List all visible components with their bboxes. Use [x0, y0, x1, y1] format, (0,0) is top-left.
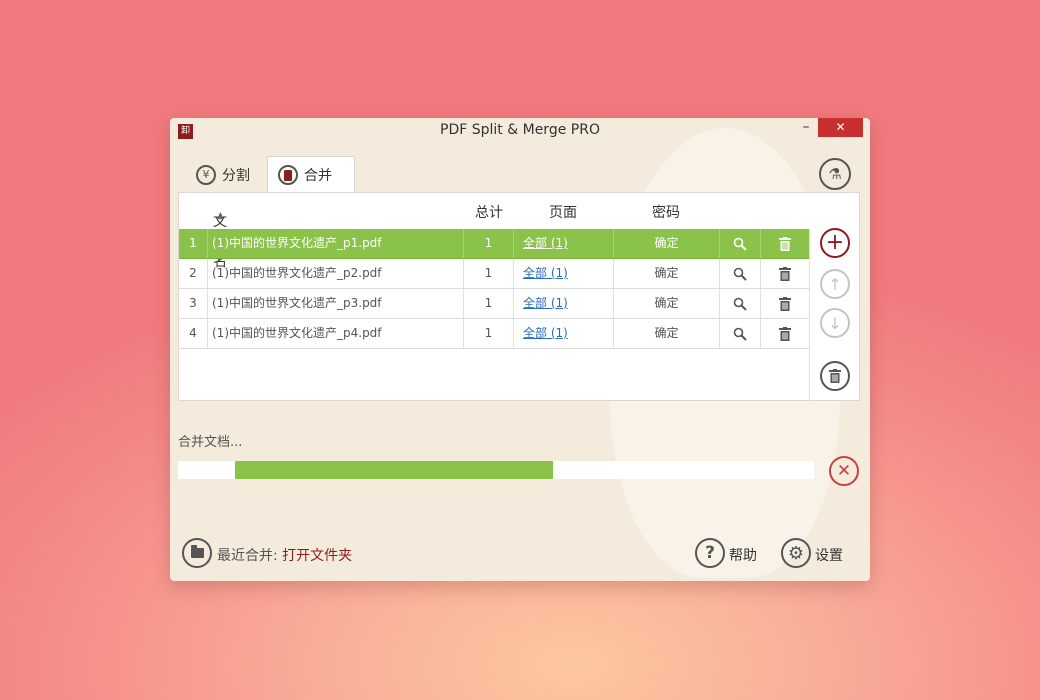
open-folder-link[interactable]: 打开文件夹 — [282, 548, 352, 564]
add-file-button[interactable]: + — [820, 228, 850, 258]
row-number: 3 — [189, 296, 197, 310]
progress-fill — [235, 461, 553, 479]
tab-split-label: 分割 — [222, 167, 250, 184]
file-name: (1)中国的世界文化遗产_p1.pdf — [207, 229, 463, 258]
page-range-link[interactable]: 全部 (1) — [523, 326, 568, 340]
row-number: 1 — [189, 236, 197, 250]
window-title: PDF Split & Merge PRO — [440, 122, 600, 138]
page-range-cell: 全部 (1) — [513, 229, 613, 258]
preview-button[interactable] — [719, 289, 760, 318]
page-total: 1 — [463, 229, 513, 258]
password-status[interactable]: 确定 — [613, 319, 719, 348]
trash-icon — [779, 326, 791, 341]
preview-button[interactable] — [719, 319, 760, 348]
cancel-button[interactable]: ✕ — [829, 456, 859, 486]
preview-button[interactable] — [719, 259, 760, 288]
preview-button[interactable] — [719, 229, 760, 258]
settings-icon[interactable]: ⚙ — [781, 538, 811, 568]
column-header-total[interactable]: 总计 — [475, 202, 503, 222]
magnifier-icon — [733, 297, 747, 311]
page-range-link[interactable]: 全部 (1) — [523, 296, 568, 310]
page-range-cell: 全部 (1) — [513, 319, 613, 348]
divider — [809, 229, 810, 401]
table-row[interactable]: 3 (1)中国的世界文化遗产_p3.pdf 1 全部 (1) 确定 — [179, 289, 809, 319]
trash-icon — [779, 266, 791, 281]
page-range-link[interactable]: 全部 (1) — [523, 266, 568, 280]
delete-row-button[interactable] — [760, 259, 809, 288]
recent-merge: 最近合并: 打开文件夹 — [217, 545, 352, 565]
move-up-button[interactable]: ↑ — [820, 269, 850, 299]
app-window: 卸 PDF Split & Merge PRO – ✕ ¥ 分割 合并 ⚗ 文件… — [170, 118, 870, 581]
scissors-icon[interactable]: ⚗ — [819, 158, 851, 190]
magnifier-icon — [733, 237, 747, 251]
split-icon: ¥ — [196, 164, 216, 185]
trash-icon — [779, 296, 791, 311]
tab-split[interactable]: ¥ 分割 — [186, 156, 278, 193]
trash-icon — [779, 236, 791, 251]
table-row[interactable]: 2 (1)中国的世界文化遗产_p2.pdf 1 全部 (1) 确定 — [179, 259, 809, 289]
column-header-password[interactable]: 密码 — [652, 202, 680, 222]
recent-label: 最近合并: — [217, 548, 283, 564]
merge-icon — [278, 165, 298, 185]
delete-row-button[interactable] — [760, 229, 809, 258]
progress-bar — [178, 461, 814, 479]
file-name: (1)中国的世界文化遗产_p3.pdf — [207, 289, 463, 318]
page-total: 1 — [463, 319, 513, 348]
clear-list-button[interactable] — [820, 361, 850, 391]
password-status[interactable]: 确定 — [613, 259, 719, 288]
sort-ascending-icon: ▲ — [217, 211, 224, 221]
move-down-button[interactable]: ↓ — [820, 308, 850, 338]
minimize-button[interactable]: – — [796, 120, 816, 138]
delete-row-button[interactable] — [760, 319, 809, 348]
table-row[interactable]: 4 (1)中国的世界文化遗产_p4.pdf 1 全部 (1) 确定 — [179, 319, 809, 349]
folder-button[interactable] — [182, 538, 212, 568]
magnifier-icon — [733, 267, 747, 281]
file-list-panel: 文件名▲ 总计 页面 密码 1(1)中国的世界文化遗产_p1.pdf1全部 (1… — [178, 192, 860, 401]
page-range-cell: 全部 (1) — [513, 259, 613, 288]
status-text: 合并文档... — [178, 435, 243, 450]
folder-icon — [190, 545, 204, 558]
help-label[interactable]: 帮助 — [729, 545, 757, 565]
trash-icon — [829, 369, 841, 383]
delete-row-button[interactable] — [760, 289, 809, 318]
magnifier-icon — [733, 327, 747, 341]
tab-merge-label: 合并 — [304, 168, 332, 184]
column-header-pages[interactable]: 页面 — [549, 202, 577, 222]
table-row[interactable]: 1 (1)中国的世界文化遗产_p1.pdf 1 全部 (1) 确定 — [179, 229, 809, 259]
row-number: 2 — [189, 266, 197, 280]
tab-merge[interactable]: 合并 — [267, 156, 355, 193]
close-button[interactable]: ✕ — [818, 118, 863, 137]
file-name: (1)中国的世界文化遗产_p2.pdf — [207, 259, 463, 288]
table-header: 文件名▲ 总计 页面 密码 — [179, 193, 809, 270]
password-status[interactable]: 确定 — [613, 289, 719, 318]
settings-label[interactable]: 设置 — [815, 545, 843, 565]
help-icon[interactable]: ? — [695, 538, 725, 568]
title-bar: 卸 PDF Split & Merge PRO – ✕ — [170, 118, 870, 144]
page-total: 1 — [463, 289, 513, 318]
row-number: 4 — [189, 326, 197, 340]
password-status[interactable]: 确定 — [613, 229, 719, 258]
page-range-link[interactable]: 全部 (1) — [523, 236, 568, 250]
file-name: (1)中国的世界文化遗产_p4.pdf — [207, 319, 463, 348]
page-total: 1 — [463, 259, 513, 288]
page-range-cell: 全部 (1) — [513, 289, 613, 318]
